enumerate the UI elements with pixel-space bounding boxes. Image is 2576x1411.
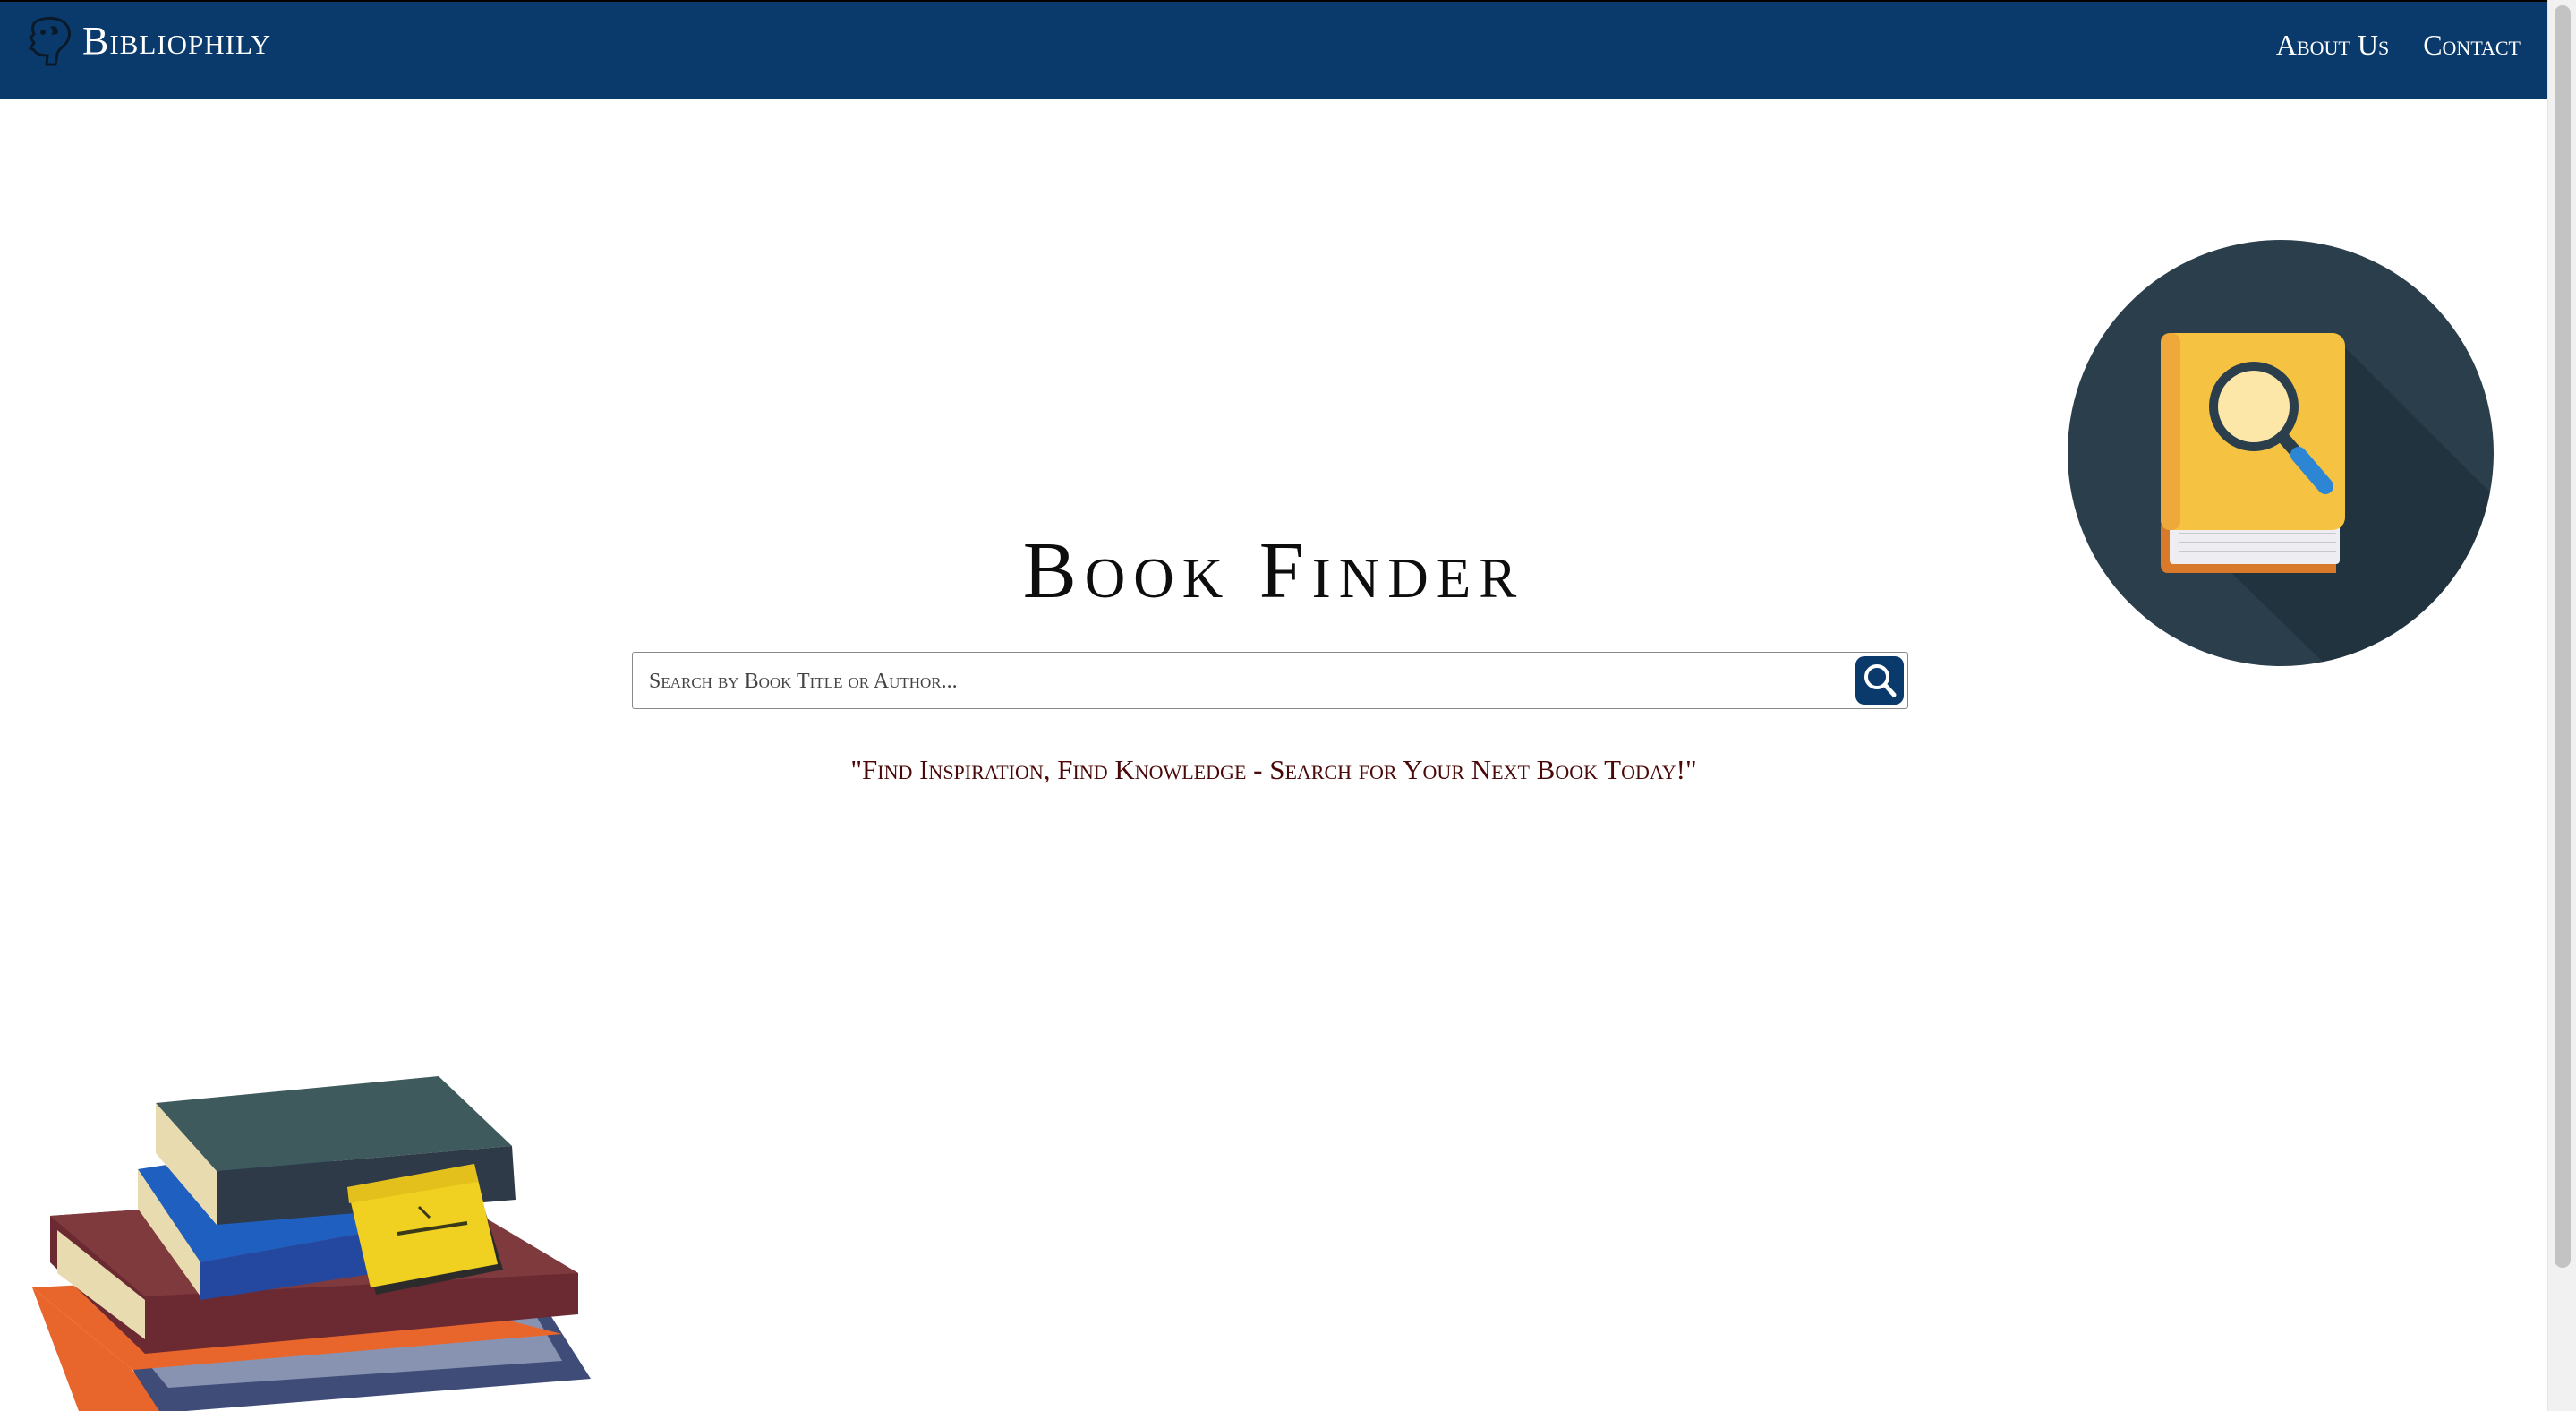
vertical-scrollbar[interactable]: [2547, 0, 2576, 1411]
search-input[interactable]: [647, 658, 1832, 705]
brand-logo-icon: [28, 16, 71, 66]
brand-name: Bibliophily: [82, 19, 272, 63]
page: Bibliophily About Us Contact Book Finder…: [0, 0, 2576, 1411]
tagline: "Find Inspiration, Find Knowledge - Sear…: [850, 754, 1697, 785]
nav-about-us-link[interactable]: About Us: [2276, 25, 2389, 64]
search-button[interactable]: [1855, 656, 1904, 705]
book-stack-illustration: [32, 1076, 591, 1411]
nav-links: About Us Contact: [2276, 25, 2521, 64]
brand-link[interactable]: Bibliophily: [23, 14, 271, 68]
scrollbar-thumb[interactable]: [2555, 5, 2571, 1268]
top-navbar: Bibliophily About Us Contact: [0, 0, 2547, 99]
search-bar: [632, 652, 1908, 709]
nav-contact-link[interactable]: Contact: [2423, 25, 2521, 64]
search-icon: [1864, 664, 1897, 697]
book-with-magnifier-illustration: [2068, 240, 2494, 666]
